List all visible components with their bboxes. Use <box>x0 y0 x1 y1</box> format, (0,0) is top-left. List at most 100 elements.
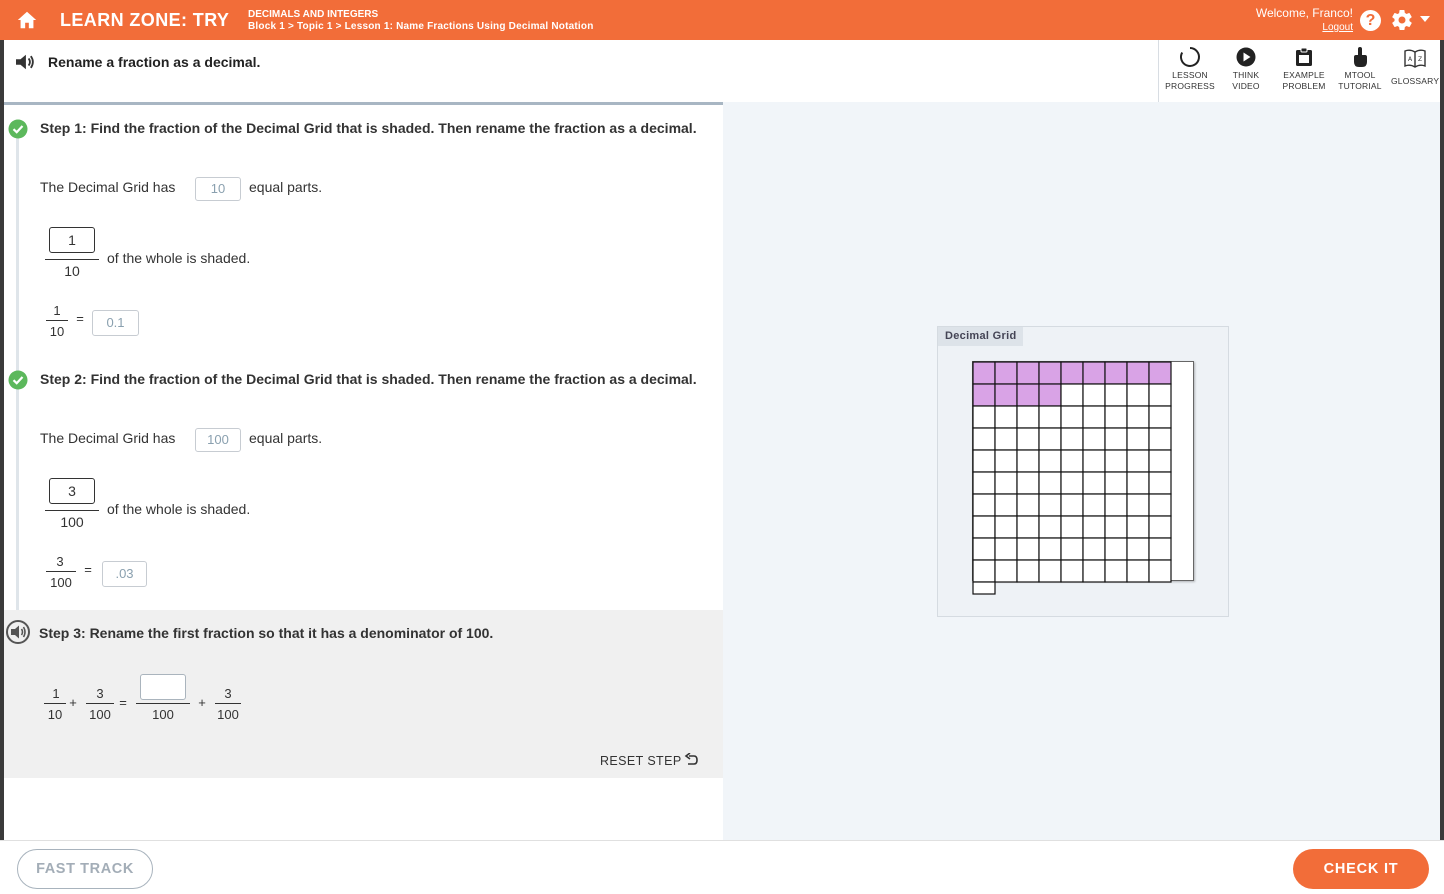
grid-cell[interactable] <box>1082 383 1106 407</box>
grid-cell-shaded[interactable] <box>972 361 996 385</box>
grid-cell[interactable] <box>1126 559 1150 583</box>
grid-cell[interactable] <box>1038 493 1062 517</box>
grid-cell[interactable] <box>1038 449 1062 473</box>
grid-cell-shaded[interactable] <box>1082 361 1106 385</box>
grid-cell[interactable] <box>1148 493 1172 517</box>
gear-icon[interactable] <box>1390 8 1414 32</box>
grid-cell[interactable] <box>994 405 1018 429</box>
grid-cell[interactable] <box>1126 471 1150 495</box>
home-icon[interactable] <box>16 9 38 31</box>
grid-cell[interactable] <box>972 581 996 595</box>
check-it-button[interactable]: CHECK IT <box>1293 849 1429 889</box>
speaker-icon[interactable] <box>14 53 36 71</box>
grid-cell-shaded[interactable] <box>1126 361 1150 385</box>
grid-cell[interactable] <box>1082 515 1106 539</box>
grid-cell[interactable] <box>1082 427 1106 451</box>
grid-cell-shaded[interactable] <box>1148 361 1172 385</box>
grid-cell[interactable] <box>1148 471 1172 495</box>
grid-cell[interactable] <box>1104 537 1128 561</box>
grid-cell-shaded[interactable] <box>1016 361 1040 385</box>
lesson-progress-button[interactable]: LESSON PROGRESS <box>1162 46 1218 92</box>
grid-cell-shaded[interactable] <box>1016 383 1040 407</box>
example-problem-button[interactable]: EXAMPLE PROBLEM <box>1276 46 1332 92</box>
grid-cell[interactable] <box>1126 405 1150 429</box>
grid-cell[interactable] <box>1126 515 1150 539</box>
grid-cell[interactable] <box>1148 537 1172 561</box>
grid-cell[interactable] <box>1082 471 1106 495</box>
grid-cell[interactable] <box>994 471 1018 495</box>
grid-cell[interactable] <box>1060 515 1084 539</box>
undo-arrow-icon[interactable] <box>684 753 698 767</box>
grid-cell[interactable] <box>1148 515 1172 539</box>
grid-cell-shaded[interactable] <box>1104 361 1128 385</box>
think-video-button[interactable]: THINK VIDEO <box>1222 46 1270 92</box>
grid-cell-shaded[interactable] <box>994 361 1018 385</box>
grid-cell[interactable] <box>1104 383 1128 407</box>
logout-link[interactable]: Logout <box>1322 22 1353 33</box>
grid-cell[interactable] <box>994 449 1018 473</box>
grid-cell[interactable] <box>972 405 996 429</box>
chevron-down-icon[interactable] <box>1419 14 1431 24</box>
grid-cell[interactable] <box>972 537 996 561</box>
grid-cell[interactable] <box>972 449 996 473</box>
grid-cell[interactable] <box>1060 559 1084 583</box>
grid-cell[interactable] <box>1082 537 1106 561</box>
help-icon[interactable]: ? <box>1360 10 1381 31</box>
grid-cell[interactable] <box>994 559 1018 583</box>
grid-cell[interactable] <box>1038 515 1062 539</box>
mtool-tutorial-button[interactable]: MTOOL TUTORIAL <box>1335 46 1385 92</box>
grid-cell[interactable] <box>972 493 996 517</box>
grid-cell-shaded[interactable] <box>1038 383 1062 407</box>
grid-cell[interactable] <box>994 537 1018 561</box>
grid-cell[interactable] <box>1082 559 1106 583</box>
grid-cell[interactable] <box>1038 559 1062 583</box>
grid-cell[interactable] <box>1148 449 1172 473</box>
grid-cell-shaded[interactable] <box>994 383 1018 407</box>
grid-cell[interactable] <box>1060 427 1084 451</box>
grid-cell[interactable] <box>1104 449 1128 473</box>
fast-track-button[interactable]: FAST TRACK <box>17 849 153 889</box>
grid-cell[interactable] <box>1126 427 1150 451</box>
grid-cell[interactable] <box>1126 383 1150 407</box>
grid-cell[interactable] <box>1104 515 1128 539</box>
grid-cell[interactable] <box>1038 537 1062 561</box>
grid-cell[interactable] <box>1016 493 1040 517</box>
grid-cell[interactable] <box>1016 537 1040 561</box>
grid-cell[interactable] <box>1060 449 1084 473</box>
grid-cell[interactable] <box>1104 471 1128 495</box>
grid-cell[interactable] <box>1016 449 1040 473</box>
grid-cell[interactable] <box>1038 471 1062 495</box>
grid-cell[interactable] <box>994 493 1018 517</box>
grid-cell[interactable] <box>1148 383 1172 407</box>
step3-numerator-input[interactable] <box>140 674 186 700</box>
grid-cell[interactable] <box>1016 427 1040 451</box>
grid-cell[interactable] <box>1104 427 1128 451</box>
speaker-icon[interactable] <box>6 620 30 644</box>
grid-cell[interactable] <box>994 427 1018 451</box>
grid-cell[interactable] <box>1126 537 1150 561</box>
grid-cell[interactable] <box>1016 559 1040 583</box>
grid-cell-shaded[interactable] <box>972 383 996 407</box>
grid-cell[interactable] <box>1038 427 1062 451</box>
reset-step-button[interactable]: RESET STEP <box>600 754 682 768</box>
grid-cell[interactable] <box>1060 405 1084 429</box>
grid-cell[interactable] <box>1016 515 1040 539</box>
grid-cell[interactable] <box>1104 493 1128 517</box>
grid-cell[interactable] <box>994 515 1018 539</box>
grid-cell[interactable] <box>1060 383 1084 407</box>
grid-cell[interactable] <box>1104 405 1128 429</box>
grid-cell[interactable] <box>1082 449 1106 473</box>
grid-cell[interactable] <box>972 427 996 451</box>
grid-cell[interactable] <box>1104 559 1128 583</box>
decimal-grid[interactable] <box>972 361 1194 617</box>
grid-cell-shaded[interactable] <box>1038 361 1062 385</box>
grid-cell[interactable] <box>1148 559 1172 583</box>
grid-cell[interactable] <box>1016 471 1040 495</box>
grid-cell[interactable] <box>1038 405 1062 429</box>
grid-cell[interactable] <box>1126 493 1150 517</box>
grid-cell[interactable] <box>1060 537 1084 561</box>
grid-cell[interactable] <box>1148 427 1172 451</box>
grid-cell[interactable] <box>972 559 996 583</box>
grid-cell[interactable] <box>1148 405 1172 429</box>
grid-cell[interactable] <box>972 471 996 495</box>
